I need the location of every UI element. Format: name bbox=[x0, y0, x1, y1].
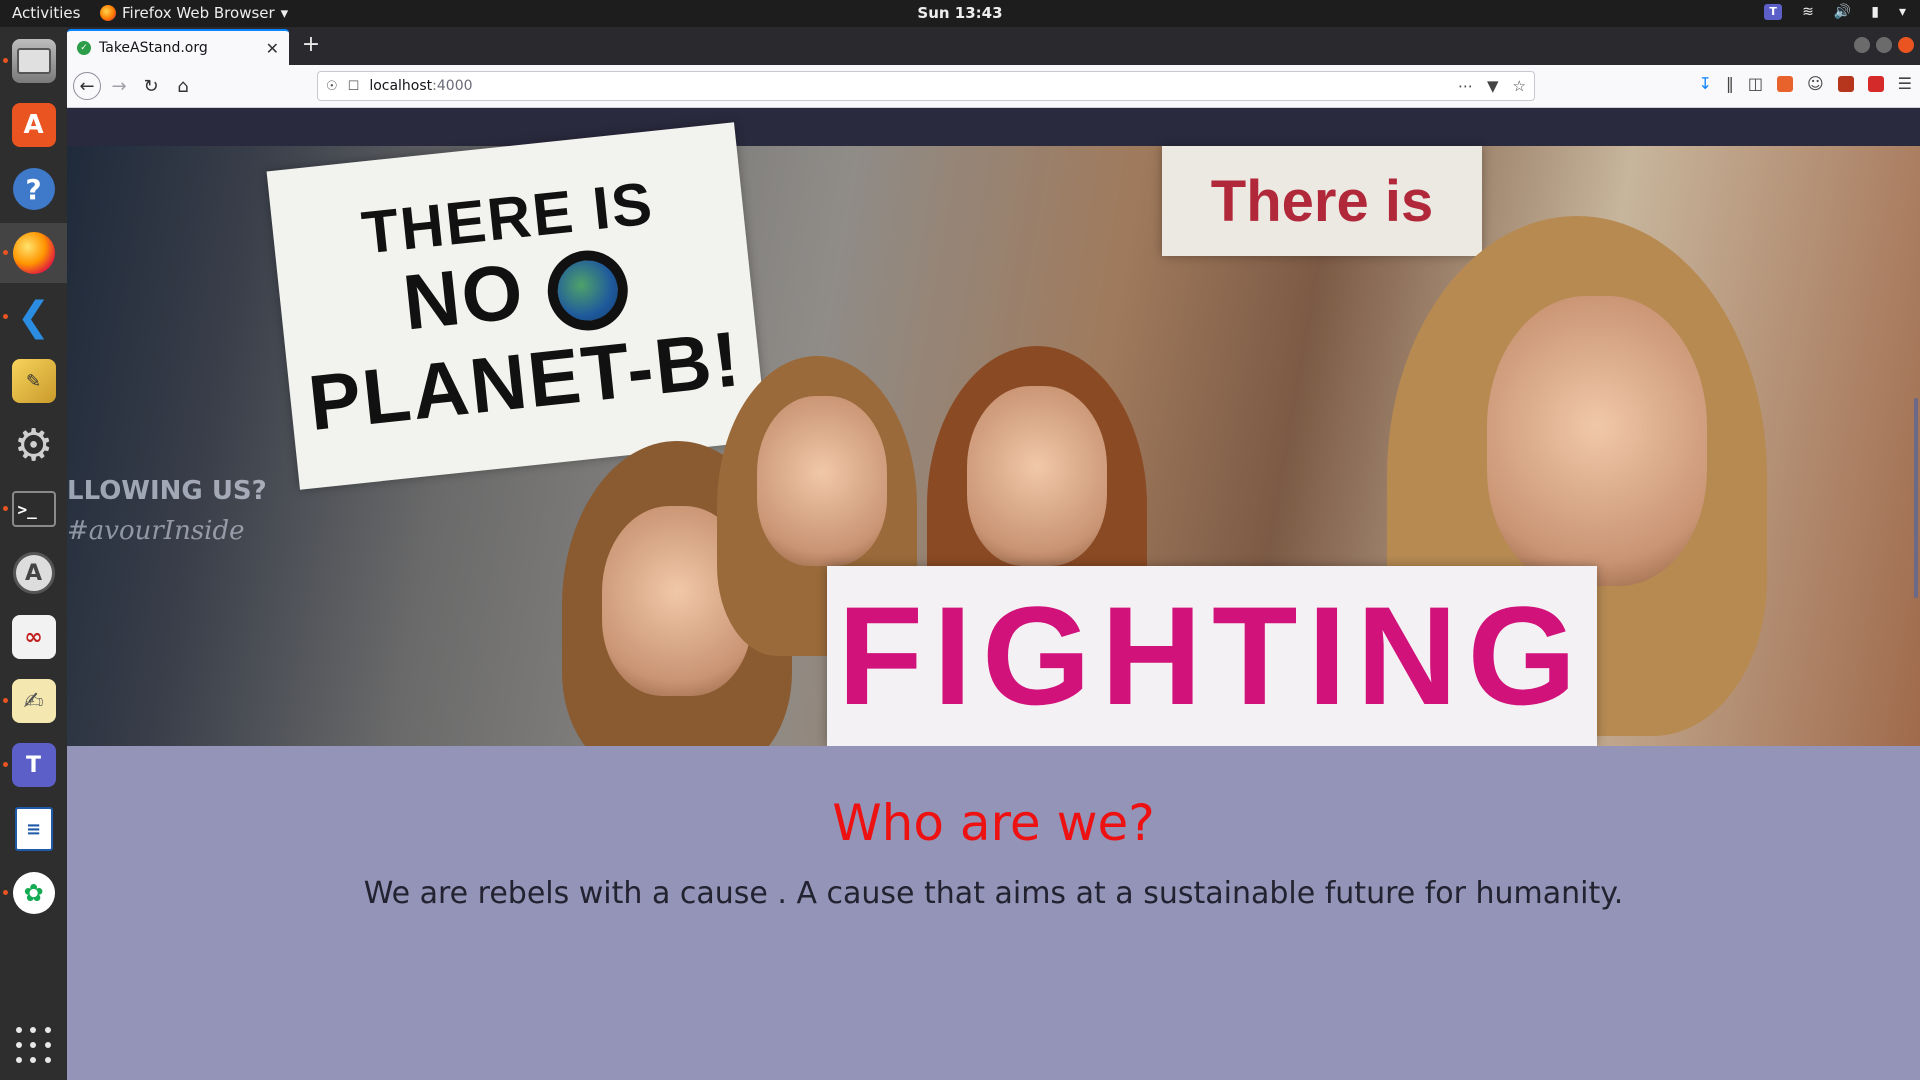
clock[interactable]: Sun 13:43 bbox=[0, 4, 1920, 22]
teams-tray-icon[interactable]: T bbox=[1764, 4, 1783, 20]
dock-item-firefox[interactable] bbox=[0, 223, 67, 283]
vscode-icon: ❮ bbox=[16, 294, 51, 340]
app-icon: ∞ bbox=[11, 615, 56, 659]
dock-item-tools[interactable] bbox=[0, 415, 67, 475]
dock-item-files[interactable] bbox=[0, 31, 67, 91]
protester-face bbox=[967, 386, 1107, 566]
dock-item-teams[interactable]: T bbox=[0, 735, 67, 795]
dock-item-text-editor[interactable]: ✍ bbox=[0, 671, 67, 731]
files-icon bbox=[11, 39, 56, 83]
protest-sign-fighting: FIGHTING bbox=[827, 566, 1597, 746]
forward-button[interactable]: → bbox=[105, 72, 133, 100]
library-icon[interactable]: ‖ bbox=[1726, 74, 1734, 93]
maximize-window-button[interactable] bbox=[1876, 37, 1892, 53]
bookmark-star-icon[interactable]: ☆ bbox=[1513, 77, 1526, 95]
dock-item-terminal[interactable]: >_ bbox=[0, 479, 67, 539]
dock-item-app[interactable]: ∞ bbox=[0, 607, 67, 667]
pocket-icon[interactable]: ▼ bbox=[1487, 77, 1499, 95]
protest-sign-there-is: There is bbox=[1162, 146, 1482, 256]
software-store-icon: A bbox=[11, 103, 56, 147]
text-editor-icon: ✍ bbox=[11, 679, 56, 723]
help-icon: ? bbox=[12, 168, 55, 210]
hero-wall-hashtag: #avourInside bbox=[67, 516, 245, 546]
dock-item-updater[interactable]: A bbox=[0, 543, 67, 603]
page-info-icon[interactable]: ☐ bbox=[348, 79, 360, 94]
settings-tools-icon bbox=[12, 423, 56, 467]
drawing-icon: ✎ bbox=[11, 359, 56, 403]
protester-face bbox=[1487, 296, 1707, 586]
wifi-icon[interactable]: ≋ bbox=[1802, 4, 1814, 20]
page-scrollbar[interactable] bbox=[1914, 398, 1918, 598]
dock-item-mongodb[interactable]: ✿ bbox=[0, 863, 67, 923]
system-tray[interactable]: T ≋ 🔊 ▮ ▾ bbox=[1764, 4, 1906, 20]
battery-icon[interactable]: ▮ bbox=[1871, 4, 1879, 20]
dock-item-drawing[interactable]: ✎ bbox=[0, 351, 67, 411]
ublock-icon[interactable] bbox=[1867, 75, 1884, 92]
new-tab-button[interactable]: + bbox=[297, 33, 325, 59]
protester-face bbox=[757, 396, 887, 566]
close-window-button[interactable] bbox=[1898, 37, 1914, 53]
tab-takeastand[interactable]: ✓ TakeAStand.org ✕ bbox=[67, 29, 289, 65]
site-navbar bbox=[67, 108, 1920, 146]
hero-wall-text: LLOWING US? bbox=[67, 476, 267, 506]
toolbar-icons: ↧ ‖ ◫ ☺ ☰ bbox=[1698, 74, 1912, 93]
navigation-toolbar: ← → ↻ ⌂ ☉ ☐ localhost:4000 ⋯ ▼ ☆ ↧ ‖ ◫ ☺… bbox=[67, 65, 1920, 108]
home-button[interactable]: ⌂ bbox=[169, 72, 197, 100]
tracking-protection-shield-icon[interactable]: ☉ bbox=[326, 79, 338, 94]
running-indicator bbox=[3, 890, 8, 895]
about-section: Who are we? We are rebels with a cause .… bbox=[67, 746, 1920, 1080]
about-heading: Who are we? bbox=[832, 794, 1155, 852]
system-top-bar: Activities Firefox Web Browser ▾ Sun 13:… bbox=[0, 0, 1920, 27]
running-indicator bbox=[3, 506, 8, 511]
back-button[interactable]: ← bbox=[73, 72, 101, 100]
protest-sign-no-planet-b: THERE IS NO PLANET-B! bbox=[266, 122, 768, 490]
writer-icon: ≡ bbox=[14, 807, 53, 851]
hero-image: LLOWING US? #avourInside THERE IS NO PLA… bbox=[67, 122, 1920, 771]
tab-title: TakeAStand.org bbox=[99, 40, 208, 56]
software-updater-icon: A bbox=[12, 552, 55, 594]
dock-item-software[interactable]: A bbox=[0, 95, 67, 155]
teams-icon: T bbox=[11, 743, 56, 787]
url-bar[interactable]: ☉ ☐ localhost:4000 ⋯ ▼ ☆ bbox=[317, 71, 1535, 101]
tab-bar: ✓ TakeAStand.org ✕ + bbox=[67, 27, 1920, 65]
running-indicator bbox=[3, 762, 8, 767]
hamburger-menu-icon[interactable]: ☰ bbox=[1898, 74, 1912, 93]
running-indicator bbox=[3, 314, 8, 319]
minimize-window-button[interactable] bbox=[1854, 37, 1870, 53]
url-host: localhost bbox=[369, 78, 433, 94]
system-menu-caret-icon[interactable]: ▾ bbox=[1899, 4, 1906, 20]
running-indicator bbox=[3, 250, 8, 255]
url-port: :4000 bbox=[432, 78, 473, 94]
site-favicon-icon: ✓ bbox=[77, 41, 91, 55]
about-text: We are rebels with a cause . A cause tha… bbox=[363, 876, 1624, 911]
terminal-icon: >_ bbox=[11, 491, 56, 527]
show-apps-icon bbox=[15, 1027, 52, 1063]
close-tab-icon[interactable]: ✕ bbox=[266, 39, 279, 58]
reload-button[interactable]: ↻ bbox=[137, 72, 165, 100]
firefox-window: ✓ TakeAStand.org ✕ + ← → ↻ ⌂ ☉ ☐ localho… bbox=[67, 27, 1920, 1080]
url-actions: ⋯ ▼ ☆ bbox=[1458, 77, 1526, 95]
downloads-icon[interactable]: ↧ bbox=[1698, 74, 1711, 93]
earth-globe-icon bbox=[544, 246, 633, 335]
mongodb-compass-icon: ✿ bbox=[12, 872, 55, 914]
extension-icon[interactable] bbox=[1837, 75, 1854, 92]
dock-item-writer[interactable]: ≡ bbox=[0, 799, 67, 859]
volume-icon[interactable]: 🔊 bbox=[1834, 4, 1851, 20]
running-indicator bbox=[3, 58, 8, 63]
account-icon[interactable]: ☺ bbox=[1807, 74, 1824, 93]
page-viewport: LLOWING US? #avourInside THERE IS NO PLA… bbox=[67, 108, 1920, 1080]
url-text[interactable]: localhost:4000 bbox=[369, 78, 1448, 94]
dock-item-vscode[interactable]: ❮ bbox=[0, 287, 67, 347]
show-applications-button[interactable] bbox=[0, 1015, 67, 1075]
dock-item-help[interactable]: ? bbox=[0, 159, 67, 219]
extension-icon[interactable] bbox=[1776, 75, 1793, 92]
page-actions-menu-icon[interactable]: ⋯ bbox=[1458, 77, 1473, 95]
firefox-icon bbox=[12, 232, 55, 274]
dock: A ? ❮ ✎ >_ A ∞ ✍ T ≡ ✿ bbox=[0, 27, 67, 1080]
sidebar-icon[interactable]: ◫ bbox=[1748, 74, 1763, 93]
window-controls bbox=[1854, 37, 1914, 53]
running-indicator bbox=[3, 698, 8, 703]
